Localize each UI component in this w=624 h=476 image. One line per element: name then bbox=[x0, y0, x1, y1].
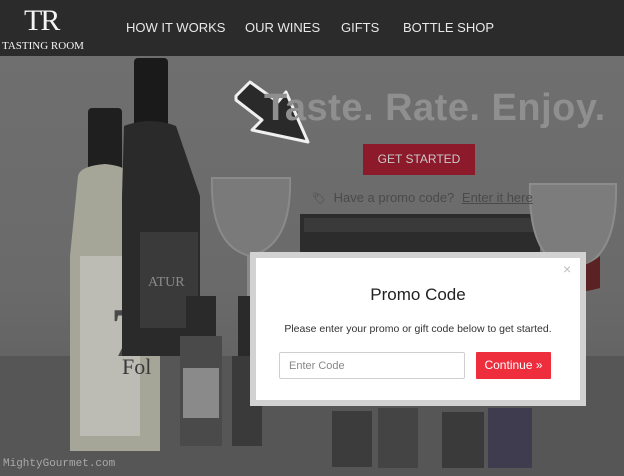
nav-how-it-works[interactable]: HOW IT WORKS bbox=[126, 20, 225, 35]
get-started-button[interactable]: GET STARTED bbox=[363, 144, 475, 175]
promo-prompt: 🏷 Have a promo code? Enter it here bbox=[312, 190, 533, 205]
svg-text:Fol: Fol bbox=[122, 354, 151, 379]
modal-title: Promo Code bbox=[370, 285, 466, 304]
promo-code-modal: × Promo Code Please enter your promo or … bbox=[256, 258, 580, 400]
nav-our-wines[interactable]: OUR WINES bbox=[245, 20, 320, 35]
promo-prompt-text: Have a promo code? bbox=[333, 190, 455, 205]
hero-headline: Taste. Rate. Enjoy. bbox=[264, 87, 606, 129]
modal-subtitle: Please enter your promo or gift code bel… bbox=[284, 323, 552, 335]
nav-bottle-shop[interactable]: BOTTLE SHOP bbox=[403, 20, 494, 35]
watermark: MightyGourmet.com bbox=[3, 458, 116, 470]
logo-mark: TR bbox=[24, 4, 60, 37]
top-navigation: TR TASTING ROOM HOW IT WORKS OUR WINES G… bbox=[0, 0, 624, 56]
nav-gifts[interactable]: GIFTS bbox=[341, 20, 379, 35]
tasting-room-logo[interactable]: TR TASTING ROOM bbox=[0, 2, 96, 54]
continue-button[interactable]: Continue » bbox=[476, 352, 551, 379]
price-tag-icon: 🏷 bbox=[312, 193, 326, 205]
close-icon[interactable]: × bbox=[563, 262, 571, 276]
logo-text: TASTING ROOM bbox=[2, 40, 84, 52]
promo-code-input[interactable] bbox=[279, 352, 465, 379]
svg-text:ATUR: ATUR bbox=[148, 275, 185, 290]
enter-promo-link[interactable]: Enter it here bbox=[462, 190, 533, 205]
